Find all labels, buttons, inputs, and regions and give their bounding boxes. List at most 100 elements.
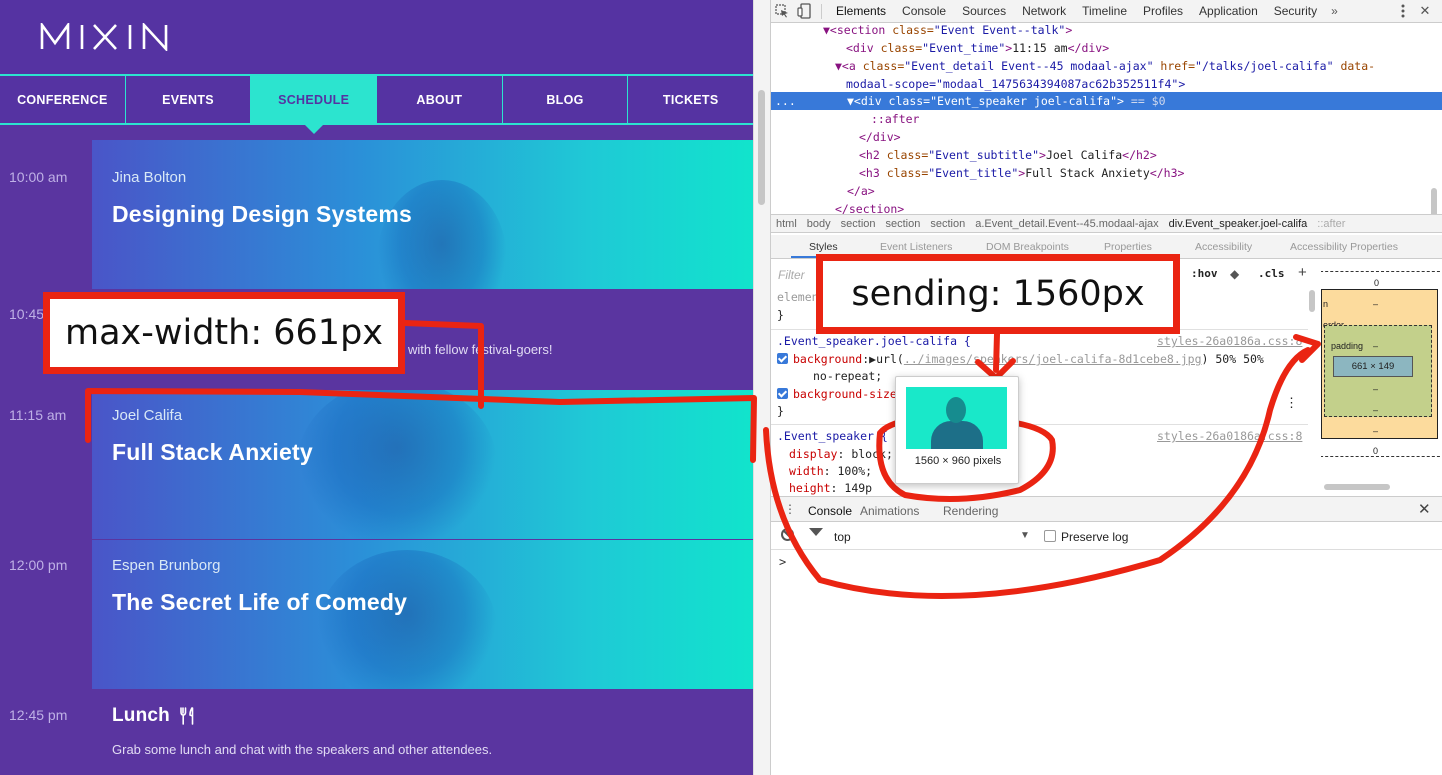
padding-label: padding [1331, 341, 1364, 351]
event-time: 12:45 pm [9, 707, 68, 723]
breadcrumb-item[interactable]: section [836, 218, 881, 230]
subtab-dom-breakpoints[interactable]: DOM Breakpoints [986, 241, 1069, 253]
device-toolbar-icon[interactable] [793, 0, 815, 22]
color-format-icon[interactable]: ◆ [1230, 267, 1239, 281]
margin-bottom-value[interactable]: 0 [1373, 446, 1378, 456]
rule-source-link[interactable]: styles-26a0186a.css:8 [1157, 333, 1302, 350]
close-devtools-icon[interactable]: ✕ [1414, 0, 1436, 22]
rule-selector[interactable]: .Event_speaker {styles-26a0186a.css:8 [777, 428, 1302, 445]
vertical-dots-icon[interactable] [1392, 0, 1414, 22]
rule-source-link[interactable]: styles-26a0186a.css:8 [1157, 428, 1302, 445]
breadcrumb-item-selected[interactable]: div.Event_speaker.joel-califa [1164, 218, 1313, 230]
dom-node[interactable]: </div> [771, 128, 901, 146]
border-bottom-value[interactable]: – [1373, 426, 1378, 436]
dom-scrollbar[interactable] [1431, 188, 1437, 215]
dom-node[interactable]: <h3 class="Event_title">Full Stack Anxie… [771, 164, 1184, 182]
subtab-accessibility[interactable]: Accessibility [1195, 241, 1252, 253]
event-speaker: Espen Brunborg [112, 557, 221, 574]
dom-node[interactable]: ::after [771, 110, 919, 128]
image-preview-tooltip: 1560 × 960 pixels [895, 376, 1019, 484]
more-tabs-button[interactable]: » [1325, 4, 1344, 18]
tab-elements[interactable]: Elements [828, 4, 894, 18]
drawer-tab-console[interactable]: Console [808, 504, 852, 518]
preserve-log-checkbox[interactable] [1044, 530, 1056, 542]
preserve-log-label: Preserve log [1061, 530, 1129, 544]
breadcrumb-item[interactable]: html [771, 218, 802, 230]
css-declaration[interactable]: width: 100%; [789, 463, 872, 480]
nav-schedule[interactable]: SCHEDULE [251, 76, 378, 134]
event-card[interactable]: Jina Bolton Designing Design Systems [92, 140, 753, 290]
filter-input[interactable]: Filter [778, 268, 805, 282]
border-top-value[interactable]: – [1373, 299, 1378, 309]
viewport-scrollbar[interactable] [753, 0, 771, 775]
tab-console[interactable]: Console [894, 4, 954, 18]
declaration-checkbox[interactable] [777, 353, 788, 364]
close-drawer-icon[interactable]: ✕ [1418, 500, 1431, 518]
dropdown-arrow-icon[interactable]: ▼ [1020, 530, 1030, 541]
tab-security[interactable]: Security [1266, 4, 1325, 18]
declaration-checkbox[interactable] [777, 388, 788, 399]
dom-node[interactable]: <h2 class="Event_subtitle">Joel Califa</… [771, 146, 1157, 164]
cls-toggle[interactable]: .cls [1258, 267, 1285, 280]
nav-blog[interactable]: BLOG [503, 76, 629, 123]
tab-profiles[interactable]: Profiles [1135, 4, 1191, 18]
dom-node[interactable]: </a> [771, 182, 875, 200]
nav-events[interactable]: EVENTS [126, 76, 252, 123]
box-model-scrollbar[interactable] [1324, 484, 1390, 490]
css-declaration[interactable]: display: block; [789, 446, 893, 463]
box-model-content[interactable]: 661 × 149 [1333, 356, 1413, 377]
subtab-styles[interactable]: Styles [809, 241, 838, 253]
event-title-wrap: Lunch [112, 705, 196, 727]
tab-timeline[interactable]: Timeline [1074, 4, 1135, 18]
dom-node[interactable]: <div class="Event_time">11:15 am</div> [771, 39, 1109, 57]
context-selector[interactable]: top [834, 530, 851, 544]
breadcrumb-item[interactable]: ::after [1312, 218, 1350, 230]
subtab-event-listeners[interactable]: Event Listeners [880, 241, 952, 253]
scrollbar-thumb[interactable] [758, 90, 765, 205]
dom-node[interactable]: ▼<a class="Event_detail Event--45 modaal… [771, 57, 1375, 75]
schedule-row: 12:45 pm Lunch Grab some lunch and chat … [0, 690, 753, 775]
tab-network[interactable]: Network [1014, 4, 1074, 18]
breadcrumb-item[interactable]: body [802, 218, 836, 230]
breadcrumb-item[interactable]: section [881, 218, 926, 230]
styles-scrollbar[interactable] [1309, 290, 1315, 312]
console-prompt[interactable]: > [779, 555, 786, 569]
schedule-row: 10:00 am Jina Bolton Designing Design Sy… [0, 140, 753, 290]
event-card[interactable]: Espen Brunborg The Secret Life of Comedy [92, 540, 753, 690]
drawer-tab-animations[interactable]: Animations [860, 504, 919, 518]
drawer-tab-rendering[interactable]: Rendering [943, 504, 998, 518]
dom-node[interactable]: </section> [771, 200, 904, 215]
dom-node[interactable]: ▼<section class="Event Event--talk"> [771, 23, 1072, 39]
breadcrumb-item[interactable]: section [925, 218, 970, 230]
subtab-accessibility-properties[interactable]: Accessibility Properties [1290, 241, 1398, 253]
rule-selector[interactable]: .Event_speaker.joel-califa {styles-26a01… [777, 333, 1302, 350]
css-declaration[interactable]: height: 149p [789, 480, 872, 495]
new-rule-button[interactable]: + [1298, 264, 1307, 281]
event-card[interactable]: Lunch Grab some lunch and chat with the … [92, 690, 753, 775]
site-logo[interactable] [40, 20, 206, 54]
nav-tickets[interactable]: TICKETS [628, 76, 753, 123]
hov-toggle[interactable]: :hov [1191, 267, 1218, 280]
dom-node-selected[interactable]: ... ▼<div class="Event_speaker joel-cali… [771, 92, 1442, 110]
css-declaration[interactable]: background-size [777, 386, 897, 403]
margin-top-value[interactable]: 0 [1374, 278, 1379, 288]
padding-top-value[interactable]: – [1373, 341, 1378, 351]
clear-console-icon[interactable] [781, 528, 794, 541]
nav-conference[interactable]: CONFERENCE [0, 76, 126, 123]
fork-knife-icon [180, 707, 194, 725]
breadcrumb-item[interactable]: a.Event_detail.Event--45.modaal-ajax [970, 218, 1163, 230]
drawer-menu-icon[interactable]: ⋮ [784, 502, 796, 516]
dom-node-continuation[interactable]: modaal-scope="modaal_1475634394087ac62b3… [771, 75, 1185, 93]
inspect-element-icon[interactable] [771, 0, 793, 22]
event-card[interactable]: Joel Califa Full Stack Anxiety [92, 390, 753, 540]
selected-node-menu[interactable]: ... [775, 92, 796, 110]
tab-application[interactable]: Application [1191, 4, 1266, 18]
nav-about[interactable]: ABOUT [377, 76, 503, 123]
border-bottom-value[interactable]: – [1373, 405, 1378, 415]
rule-options-icon[interactable]: ⋮ [1285, 395, 1298, 412]
padding-bottom-value[interactable]: – [1373, 384, 1378, 394]
css-declaration[interactable]: background:▶url(../images/speakers/joel-… [777, 351, 1264, 368]
subtab-properties[interactable]: Properties [1104, 241, 1152, 253]
tab-sources[interactable]: Sources [954, 4, 1014, 18]
filter-icon[interactable] [809, 528, 823, 536]
